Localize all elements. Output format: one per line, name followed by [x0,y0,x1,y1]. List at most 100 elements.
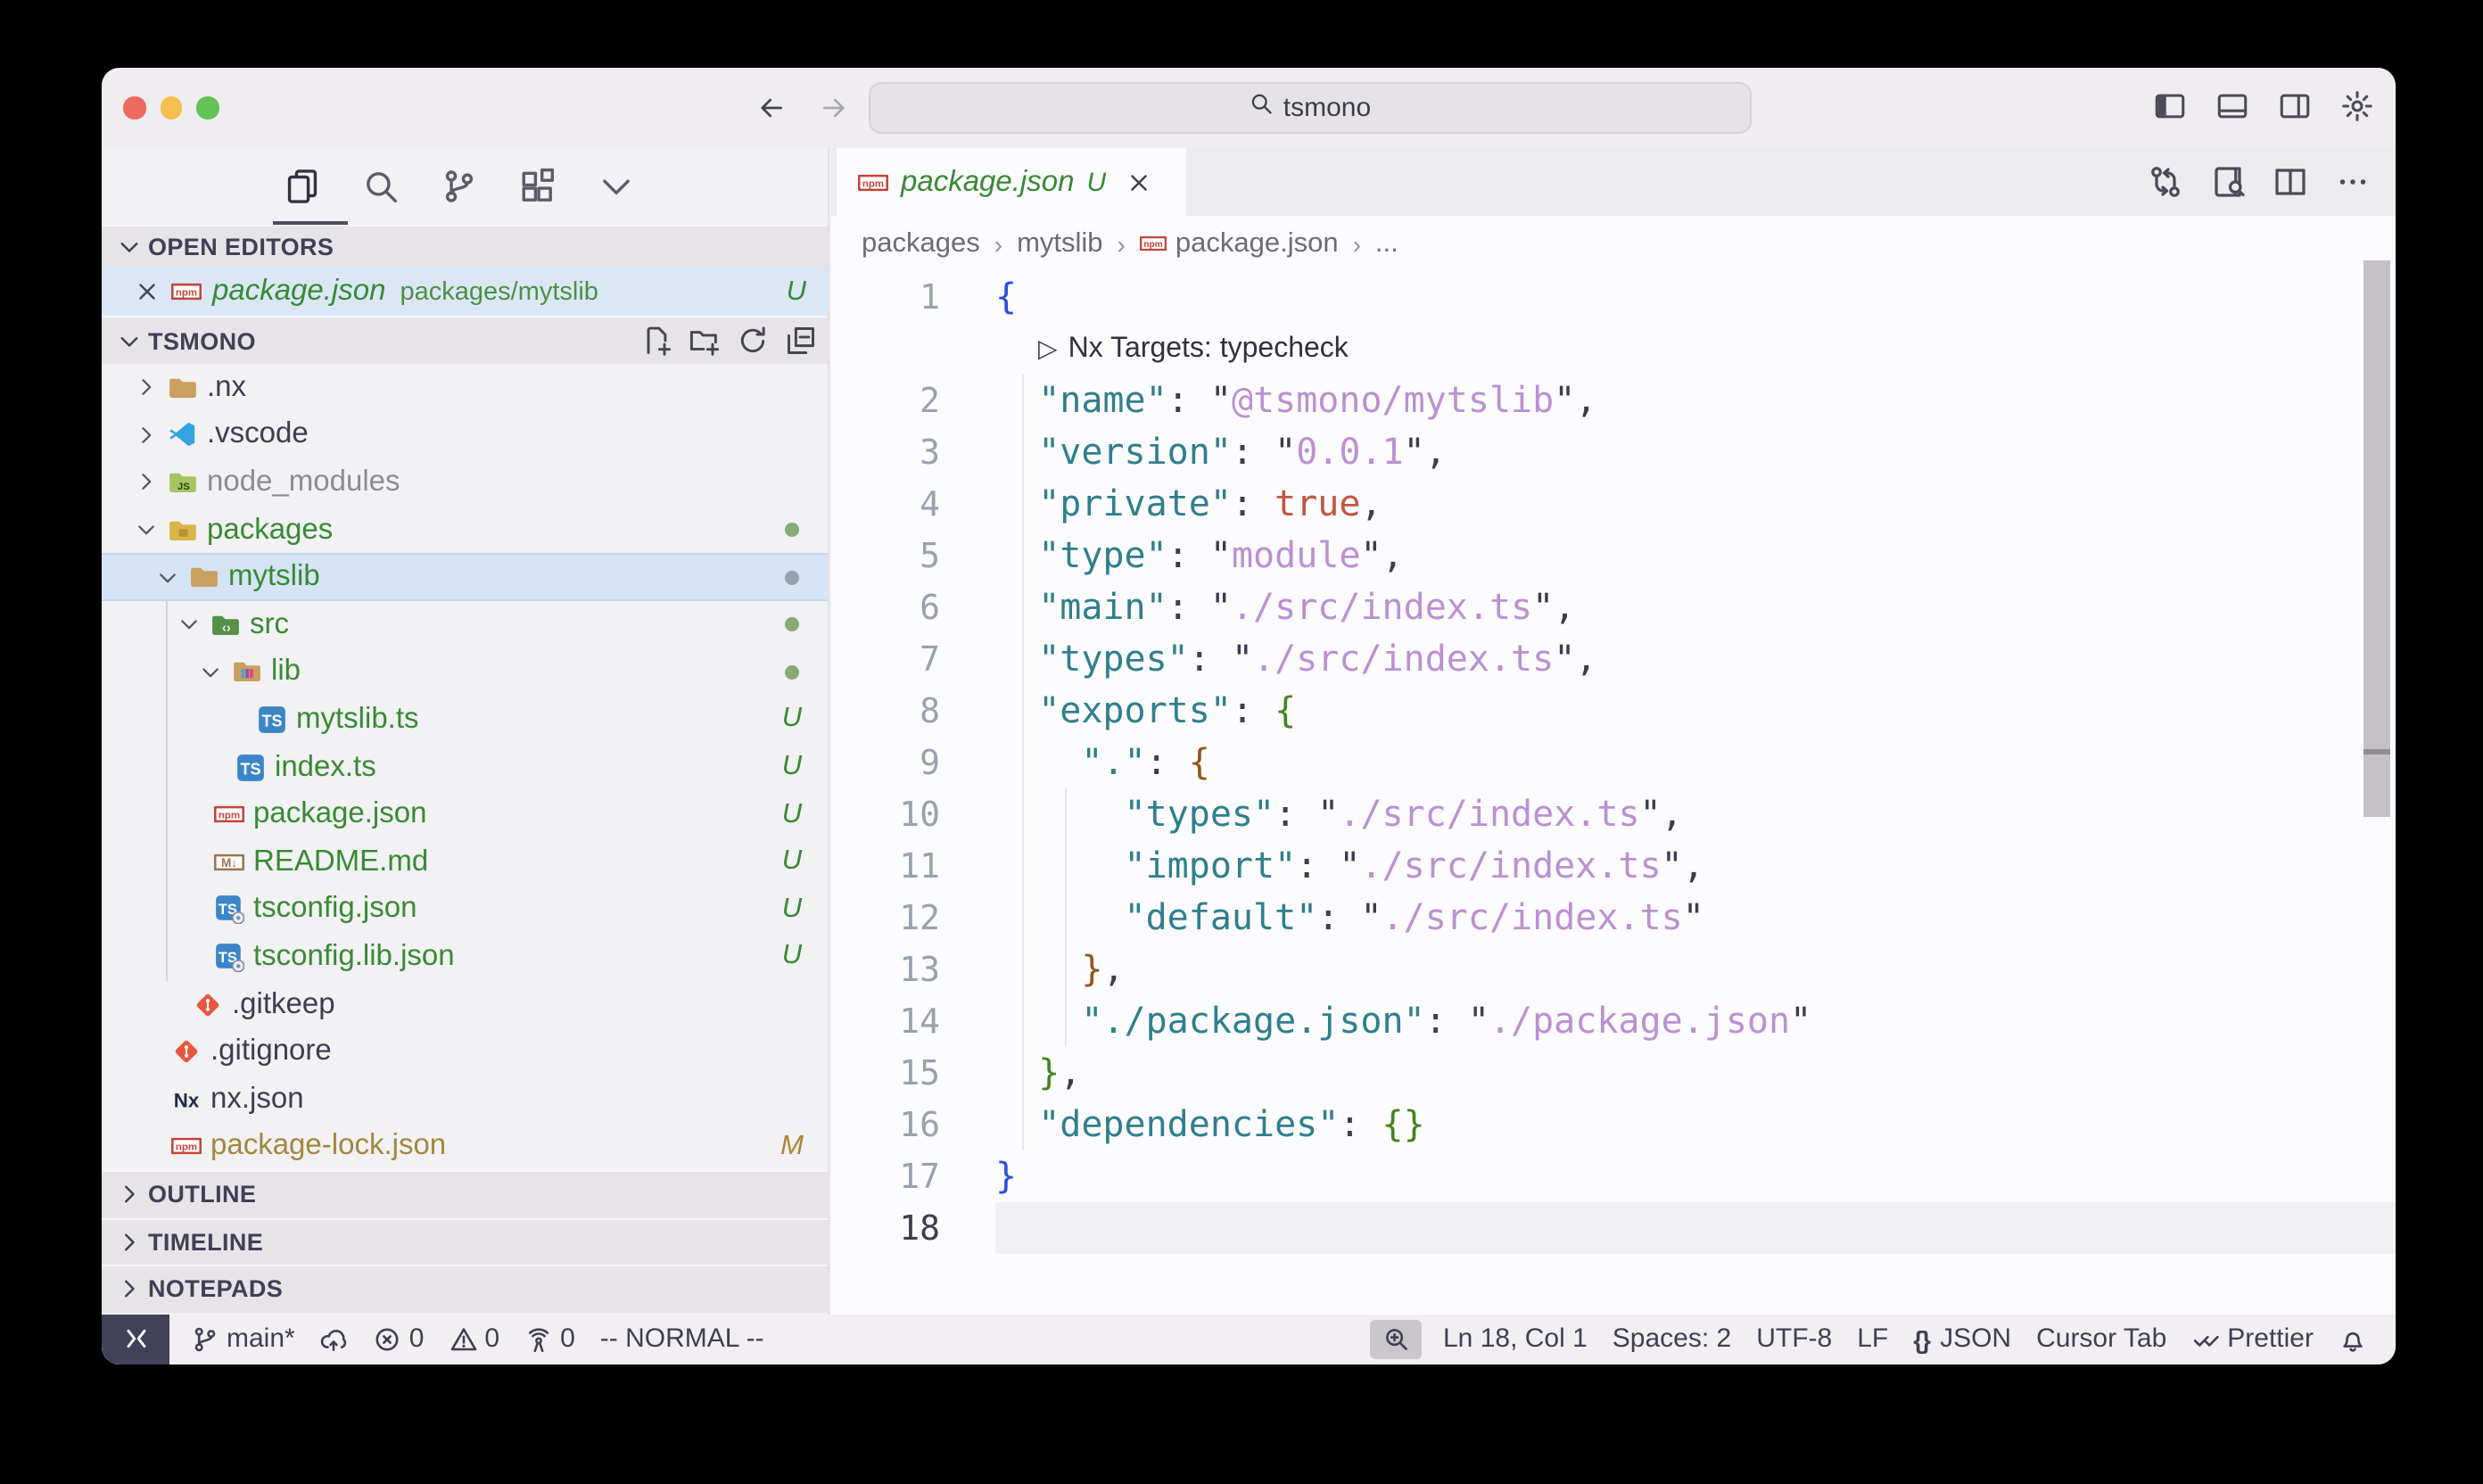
new-folder-icon[interactable] [689,325,721,357]
explorer-section-header[interactable]: TSMONO [102,316,828,364]
refresh-icon[interactable] [737,325,769,357]
chevron-down-icon[interactable] [134,517,159,542]
tab-package-json[interactable]: npm package.json U [837,148,1186,216]
code-line-12[interactable]: 12 "default": "./src/index.ts" [831,892,2396,944]
code-line-3[interactable]: 3 "version": "0.0.1", [831,426,2396,478]
section-header-outline[interactable]: OUTLINE [102,1170,828,1217]
code-line-6[interactable]: 6 "main": "./src/index.ts", [831,581,2396,633]
code-line-2[interactable]: 2 "name": "@tsmono/mytslib", [831,375,2396,426]
close-icon[interactable] [134,278,161,305]
command-center-search[interactable]: tsmono [869,81,1752,133]
status-0[interactable]: 0 [449,1324,499,1355]
scrollbar[interactable] [2363,260,2390,749]
new-file-icon[interactable] [640,325,672,357]
tree-item--gitkeep[interactable]: .gitkeep [102,980,828,1027]
tree-item-package-json[interactable]: npmpackage.jsonU [102,791,828,838]
code-line-18[interactable]: 18 [831,1202,2396,1254]
forward-icon[interactable] [813,84,853,130]
code-line-17[interactable]: 17} [831,1150,2396,1202]
status--normal-[interactable]: -- NORMAL -- [600,1324,764,1355]
code-line-9[interactable]: 9 ".": { [831,737,2396,788]
extensions-icon[interactable] [516,165,558,208]
tree-item-mytslib[interactable]: mytslib [102,554,828,601]
collapse-all-icon[interactable] [785,325,817,357]
status-utf-8[interactable]: UTF-8 [1756,1324,1832,1355]
code-line-11[interactable]: 11 "import": "./src/index.ts", [831,840,2396,892]
tree-item-index-ts[interactable]: TSindex.tsU [102,744,828,791]
explorer-icon[interactable] [280,165,323,208]
chevron-down-icon[interactable] [155,565,180,589]
code-line-13[interactable]: 13 }, [831,944,2396,995]
tree-item-readme-md[interactable]: M↓README.mdU [102,838,828,886]
tree-item-tsconfig-json[interactable]: TStsconfig.jsonU [102,886,828,933]
remote-indicator-icon[interactable] [102,1314,169,1364]
status-lf[interactable]: LF [1857,1324,1888,1355]
section-header-notepads[interactable]: NOTEPADS [102,1265,828,1312]
tree-item--nx[interactable]: .nx [102,364,828,411]
layout-panel-bottom-icon[interactable] [2212,86,2253,127]
status-ln-18-col-1[interactable]: Ln 18, Col 1 [1443,1324,1588,1355]
close-tab-icon[interactable] [1126,169,1152,195]
back-icon[interactable] [751,84,790,130]
breadcrumb-item-package-json[interactable]: npmpackage.json [1140,227,1339,260]
minimize-window-button[interactable] [160,96,182,119]
status-json[interactable]: {}JSON [1913,1324,2011,1355]
code-line-15[interactable]: 15 }, [831,1047,2396,1099]
status-bell[interactable] [2339,1325,2367,1354]
compare-changes-icon[interactable] [2148,164,2183,200]
open-editor-item-package-json[interactable]: npm package.json packages/mytslib U [102,268,828,316]
tree-item-package-lock-json[interactable]: npmpackage-lock.jsonM [102,1123,828,1170]
layout-sidebar-right-icon[interactable] [2274,86,2315,127]
zoom-window-button[interactable] [196,96,219,119]
status-prettier[interactable]: Prettier [2191,1324,2314,1355]
code-line-16[interactable]: 16 "dependencies": {} [831,1099,2396,1150]
search-icon[interactable] [359,165,401,208]
more-actions-icon[interactable] [2335,164,2371,200]
code-line-8[interactable]: 8 "exports": { [831,685,2396,737]
tree-item--gitignore[interactable]: .gitignore [102,1028,828,1076]
code-line-7[interactable]: 7 "types": "./src/index.ts", [831,633,2396,685]
tree-item--vscode[interactable]: .vscode [102,411,828,458]
section-header-timeline[interactable]: TIMELINE [102,1217,828,1265]
source-control-icon[interactable] [437,165,480,208]
chevron-right-icon[interactable] [134,423,159,448]
chevron-right-icon[interactable] [134,470,159,495]
tree-item-packages[interactable]: packages [102,507,828,554]
breadcrumb-item--[interactable]: ... [1375,227,1398,260]
code-line-1[interactable]: 1{ [831,271,2396,323]
breadcrumb-item-packages[interactable]: packages [862,227,980,260]
status-0[interactable]: 0 [374,1324,425,1355]
status-main-[interactable]: main* [191,1324,295,1355]
layout-sidebar-left-icon[interactable] [2149,86,2190,127]
code-line-4[interactable]: 4 "private": true, [831,478,2396,530]
chevron-down-icon[interactable] [198,660,223,685]
settings-gear-icon[interactable] [2337,86,2378,127]
scrollbar-tail[interactable] [2363,754,2390,817]
more-views-icon[interactable] [594,165,637,208]
tree-item-tsconfig-lib-json[interactable]: TStsconfig.lib.jsonU [102,933,828,980]
tree-item-nx-json[interactable]: Nxnx.json [102,1076,828,1123]
status-cursor-tab[interactable]: Cursor Tab [2036,1324,2166,1355]
open-preview-icon[interactable] [2210,164,2246,200]
code-editor[interactable]: 1{▷Nx Targets: typecheck2 "name": "@tsmo… [831,271,2396,1254]
chevron-down-icon[interactable] [177,613,202,638]
code-line-10[interactable]: 10 "types": "./src/index.ts", [831,788,2396,840]
split-editor-icon[interactable] [2273,164,2308,200]
status-cloud-upload[interactable] [320,1325,349,1354]
open-editors-header[interactable]: OPEN EDITORS [102,225,828,268]
status-0[interactable]: 0 [524,1324,575,1355]
codelens[interactable]: ▷Nx Targets: typecheck [1038,323,1349,375]
code-line-14[interactable]: 14 "./package.json": "./package.json" [831,995,2396,1047]
status-zoom-in[interactable] [1370,1320,1443,1359]
code-line-5[interactable]: 5 "type": "module", [831,530,2396,581]
zoom-in-icon[interactable] [1370,1320,1422,1359]
close-window-button[interactable] [123,96,145,119]
status-spaces-2[interactable]: Spaces: 2 [1613,1324,1731,1355]
codelens-row[interactable]: ▷Nx Targets: typecheck [831,323,2396,375]
tree-item-src[interactable]: ‹›src [102,601,828,648]
tree-item-node-modules[interactable]: JSnode_modules [102,458,828,506]
tree-item-mytslib-ts[interactable]: TSmytslib.tsU [102,696,828,743]
chevron-right-icon[interactable] [134,375,159,400]
tree-item-lib[interactable]: lib [102,648,828,696]
breadcrumb-item-mytslib[interactable]: mytslib [1017,227,1102,260]
